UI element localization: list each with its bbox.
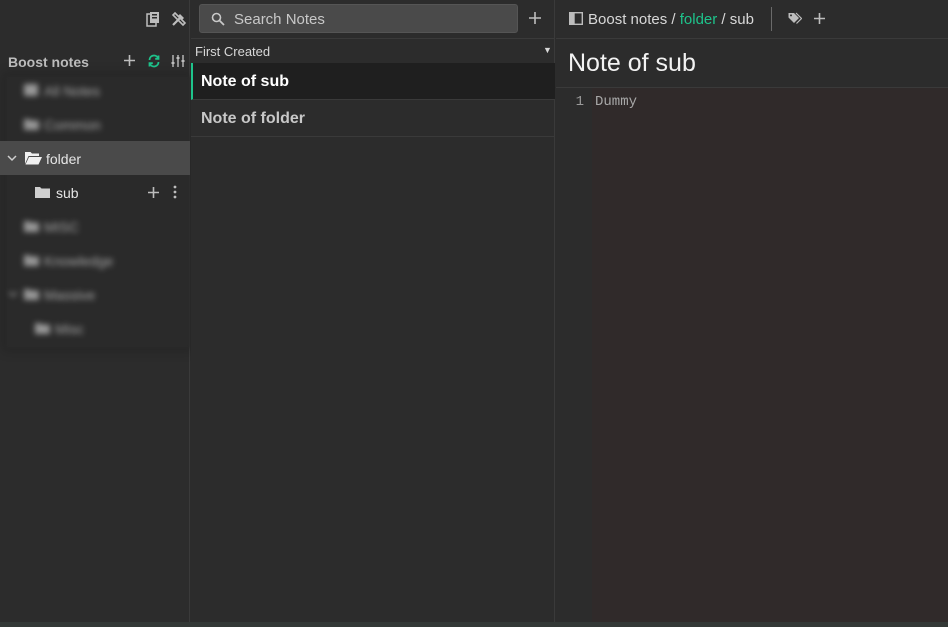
sidebar-item-label: Massive [44,287,96,303]
more-vertical-icon[interactable] [172,185,178,199]
note-list-item[interactable]: Note of folder [191,100,555,137]
sidebar-item-folder[interactable]: folder [0,141,190,175]
breadcrumb-storage[interactable]: Boost notes [588,11,667,28]
search-box[interactable] [199,4,518,33]
tag-icon[interactable] [788,12,802,25]
folder-icon [24,118,39,130]
editor-panel: Boost notes / folder / sub Note of sub 1… [556,0,948,627]
sidebar-item-misc-sub[interactable]: Misc [0,311,190,345]
sidebar-toolbar [0,0,190,38]
storage-icon[interactable] [146,11,162,27]
status-strip [0,622,948,627]
plus-icon[interactable] [147,186,160,199]
sidebar-item-label: Knowledge [44,253,114,269]
chevron-down-icon[interactable] [8,289,18,299]
sync-icon[interactable] [147,54,161,68]
plus-icon[interactable] [123,54,136,67]
breadcrumb-separator: / [667,11,680,28]
note-item-title: Note of folder [201,110,305,127]
sidebar-item-label: sub [56,185,79,201]
sidebar-item-all-notes[interactable]: All Notes [0,73,190,107]
storage-header[interactable]: Boost notes [0,48,190,74]
sidebar-item-label: All Notes [44,83,101,99]
folder-icon [35,322,50,334]
folder-icon [24,220,39,232]
sidebar-item-label: MISC [44,219,79,235]
breadcrumb-separator: / [717,11,730,28]
sidebar-item-label: folder [46,151,82,167]
tools-icon[interactable] [171,11,187,27]
sliders-icon[interactable] [171,54,185,68]
folder-icon [35,186,50,198]
sidebar-item-common[interactable]: Common [0,107,190,141]
storage-icon [569,12,583,25]
breadcrumb-folder[interactable]: folder [680,11,718,28]
sidebar: Boost notes All Notes Common folder sub … [0,0,190,627]
line-number: 1 [575,94,584,110]
editor-topbar: Boost notes / folder / sub [556,0,948,39]
sort-label[interactable]: First Created [195,44,270,59]
sidebar-item-knowledge[interactable]: Knowledge [0,243,190,277]
sidebar-item-sub[interactable]: sub [0,175,190,209]
note-list-panel: First Created ▼ Note of sub Note of fold… [191,0,555,627]
editor-line[interactable]: Dummy [595,94,637,110]
notes-icon [24,84,38,96]
sidebar-item-label: Misc [55,321,84,337]
breadcrumb: Boost notes / folder / sub [588,11,754,28]
sort-dropdown[interactable]: First Created ▼ [191,38,555,62]
sidebar-item-label: Common [44,117,101,133]
storage-name[interactable]: Boost notes [8,54,89,70]
sidebar-item-massive[interactable]: Massive [0,277,190,311]
divider [771,7,772,31]
new-note-icon[interactable] [528,11,542,25]
plus-icon[interactable] [813,12,826,25]
note-list-item[interactable]: Note of sub [191,63,555,100]
folder-icon [24,288,39,300]
note-title[interactable]: Note of sub [568,49,696,78]
folder-icon [24,254,39,266]
chevron-down-icon[interactable] [7,153,17,163]
caret-down-icon[interactable]: ▼ [543,45,552,55]
sidebar-item-misc[interactable]: MISC [0,209,190,243]
code-editor[interactable]: 1 Dummy [556,88,948,622]
folder-open-icon [25,151,42,165]
breadcrumb-sub[interactable]: sub [730,11,754,28]
search-input[interactable] [234,8,504,30]
search-icon [211,12,225,26]
note-item-title: Note of sub [201,73,289,90]
line-gutter: 1 [556,88,592,622]
